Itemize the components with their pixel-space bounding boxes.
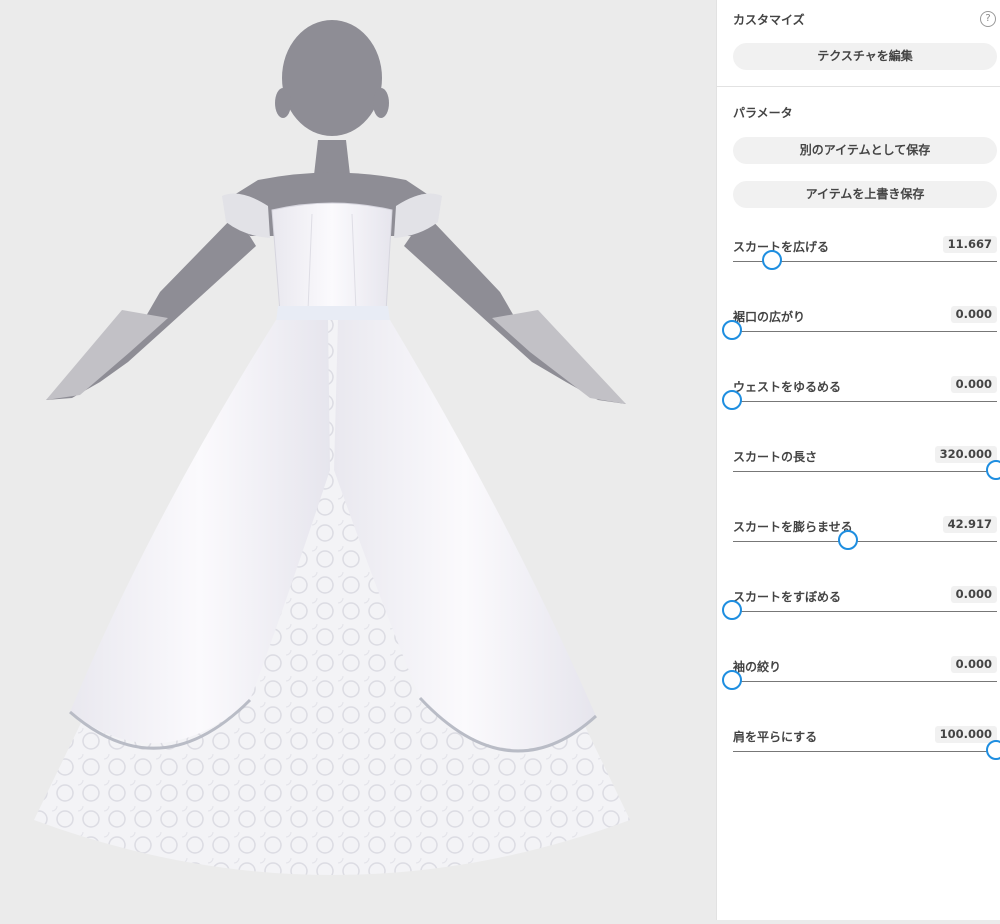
avatar-preview-viewport[interactable]	[0, 0, 716, 920]
slider-sleeve-taper: 袖の絞り 0.000	[722, 656, 997, 718]
slider-value[interactable]: 11.667	[942, 236, 997, 253]
slider-narrow-skirt: スカートをすぼめる 0.000	[722, 586, 997, 648]
slider-label: スカートを広げる	[733, 240, 830, 254]
slider-inflate-skirt: スカートを膨らませる 42.917	[733, 516, 997, 578]
slider-thumb[interactable]	[722, 320, 742, 340]
slider-loosen-waist: ウェストをゆるめる 0.000	[722, 376, 997, 438]
avatar-dress	[34, 202, 630, 875]
slider-spread-skirt: スカートを広げる 11.667	[733, 236, 997, 298]
customize-title: カスタマイズ	[733, 13, 805, 27]
slider-track[interactable]	[733, 751, 997, 752]
slider-value[interactable]: 0.000	[950, 306, 997, 323]
slider-track[interactable]	[733, 401, 997, 402]
slider-track[interactable]	[733, 611, 997, 612]
slider-label: 裾口の広がり	[733, 310, 806, 324]
section-divider	[717, 86, 1000, 87]
slider-thumb[interactable]	[722, 670, 742, 690]
slider-thumb[interactable]	[722, 600, 742, 620]
slider-thumb[interactable]	[838, 530, 859, 550]
slider-value[interactable]: 42.917	[942, 516, 997, 533]
customize-panel: カスタマイズ ? テクスチャを編集 パラメータ 別のアイテムとして保存 アイテム…	[716, 0, 1000, 920]
slider-label: スカートを膨らませる	[733, 520, 853, 534]
slider-value[interactable]: 100.000	[934, 726, 997, 743]
edit-texture-button[interactable]: テクスチャを編集	[733, 43, 997, 70]
slider-value[interactable]: 0.000	[950, 376, 997, 393]
overwrite-item-button[interactable]: アイテムを上書き保存	[733, 181, 997, 208]
slider-label: 袖の絞り	[733, 660, 782, 674]
slider-thumb[interactable]	[761, 250, 782, 270]
help-icon[interactable]: ?	[980, 11, 996, 27]
slider-value[interactable]: 0.000	[950, 586, 997, 603]
slider-label: スカートをすぼめる	[733, 590, 842, 604]
slider-track[interactable]	[733, 541, 997, 542]
parameters-title: パラメータ	[733, 106, 793, 120]
slider-track[interactable]	[733, 681, 997, 682]
slider-thumb[interactable]	[986, 740, 1000, 760]
slider-skirt-length: スカートの長さ 320.000	[733, 446, 1000, 508]
slider-label: スカートの長さ	[733, 450, 818, 464]
avatar-head	[275, 20, 389, 175]
slider-value[interactable]: 0.000	[950, 656, 997, 673]
slider-track[interactable]	[733, 471, 997, 472]
slider-label: 肩を平らにする	[733, 730, 818, 744]
slider-flatten-shoulders: 肩を平らにする 100.000	[733, 726, 1000, 788]
slider-label: ウェストをゆるめる	[733, 380, 842, 394]
avatar-model	[34, 20, 630, 875]
save-as-new-item-button[interactable]: 別のアイテムとして保存	[733, 137, 997, 164]
slider-thumb[interactable]	[722, 390, 742, 410]
slider-track[interactable]	[733, 331, 997, 332]
slider-hem-flare: 裾口の広がり 0.000	[722, 306, 997, 368]
slider-thumb[interactable]	[986, 460, 1000, 480]
slider-value[interactable]: 320.000	[934, 446, 997, 463]
